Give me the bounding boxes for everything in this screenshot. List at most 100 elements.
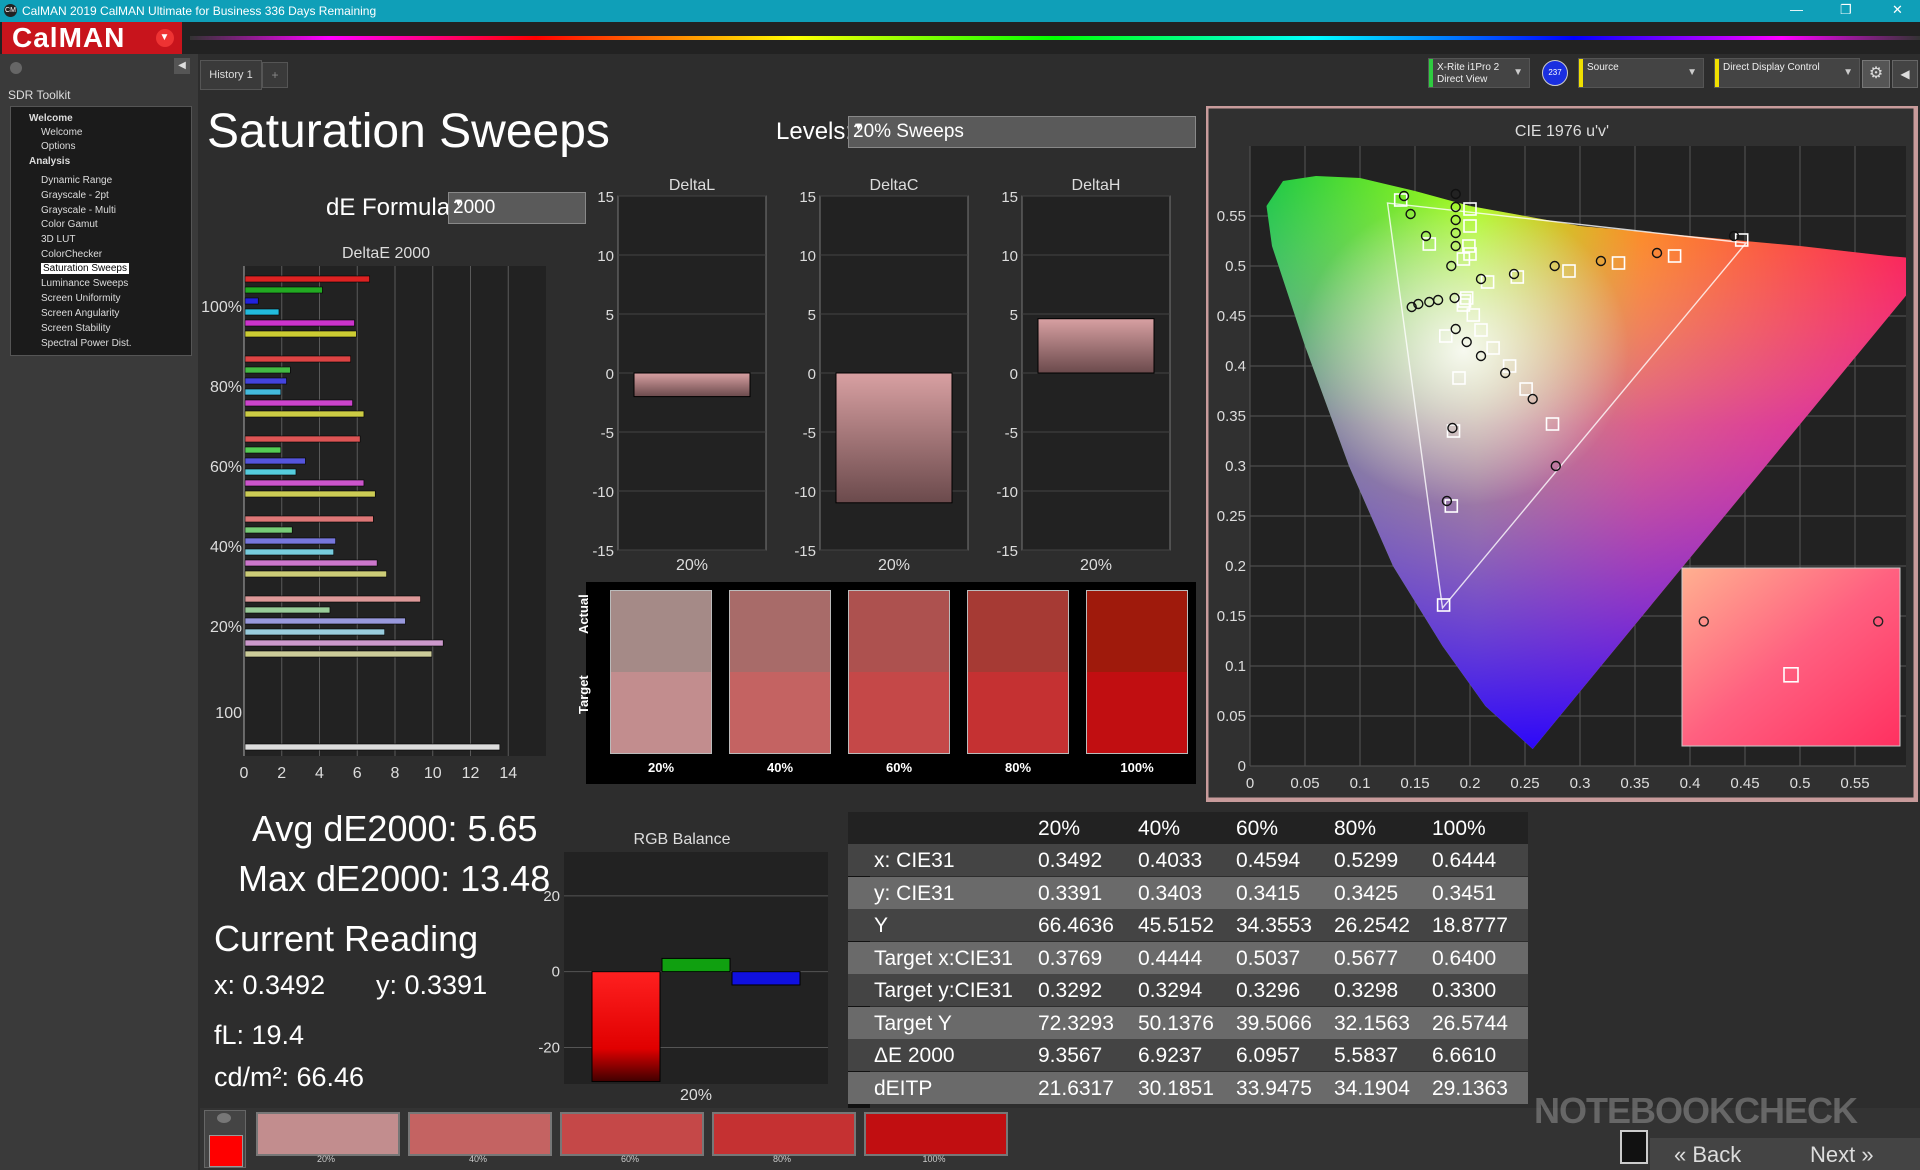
y-tick-label: 15 — [1001, 189, 1018, 206]
y-tick-label: 0.2 — [1225, 558, 1246, 575]
y-tick-label: 5 — [808, 307, 816, 324]
table-cell: 0.3391 — [1038, 881, 1103, 905]
meter-selector[interactable]: X-Rite i1Pro 2 Direct View ▼ — [1428, 58, 1530, 88]
table-row: Y 66.4636 45.5152 34.3553 26.2542 18.8777 — [848, 909, 1528, 941]
table-header: 20% — [1038, 817, 1081, 840]
nav-item-grayscale-2pt[interactable]: Grayscale - 2pt — [41, 190, 109, 201]
table-header: 40% — [1138, 817, 1181, 840]
tab-history-1[interactable]: History 1 — [200, 60, 262, 90]
x-tick-label: 0.5 — [1790, 775, 1811, 792]
table-cell: 0.3298 — [1334, 979, 1399, 1002]
x-tick-label: 12 — [462, 765, 480, 782]
table-cell: 18.8777 — [1432, 914, 1508, 937]
next-button[interactable]: Next » — [1810, 1140, 1874, 1170]
bottom-swatch[interactable] — [712, 1112, 856, 1156]
table-cell: 0.3294 — [1138, 979, 1203, 1002]
row-label: y: CIE31 — [874, 881, 955, 905]
stop-icon[interactable] — [1620, 1130, 1648, 1164]
nav-item-screen-uniformity[interactable]: Screen Uniformity — [41, 293, 120, 304]
bottom-swatch[interactable] — [864, 1112, 1008, 1156]
nav-item-spectral-power[interactable]: Spectral Power Dist. — [41, 338, 132, 349]
actual-swatch — [611, 591, 711, 672]
nav-item-welcome[interactable]: Welcome — [41, 127, 83, 138]
table-cell: 29.1363 — [1432, 1076, 1508, 1100]
y-tick-label: -15 — [794, 543, 816, 560]
table-cell: 26.5744 — [1432, 1011, 1508, 1035]
table-cell: 0.5677 — [1334, 946, 1399, 970]
deltae-bar — [244, 366, 291, 374]
y-tick-label: -15 — [592, 543, 614, 560]
nav-item-screen-angularity[interactable]: Screen Angularity — [41, 308, 119, 319]
nav-item-grayscale-multi[interactable]: Grayscale - Multi — [41, 205, 116, 216]
bottom-swatch-label: 100% — [922, 1154, 946, 1164]
deltae-bar — [244, 308, 280, 316]
display-selector[interactable]: Direct Display Control ▼ — [1714, 58, 1860, 88]
deltae-bar — [244, 330, 357, 338]
meter-badge[interactable]: 237 — [1542, 60, 1568, 86]
table-cell: 32.1563 — [1334, 1011, 1410, 1035]
table-row: x: CIE31 0.3492 0.4033 0.4594 0.5299 0.6444 — [848, 844, 1528, 876]
deltae-bar — [244, 319, 355, 327]
table-cell: 0.3492 — [1038, 849, 1103, 872]
deltae-bar — [244, 435, 361, 443]
nav-item-options[interactable]: Options — [41, 141, 75, 152]
table-cell: 0.6444 — [1432, 849, 1497, 872]
gear-icon[interactable]: ⚙ — [1862, 60, 1890, 88]
table-row: y: CIE31 0.3391 0.3403 0.3415 0.3425 0.3451 — [848, 876, 1528, 909]
y-tick-label: 15 — [799, 189, 816, 206]
bottom-swatch[interactable] — [256, 1112, 400, 1156]
source-selector[interactable]: Source ▼ — [1578, 58, 1704, 88]
calman-menu-button[interactable]: CalMAN ▼ — [2, 22, 182, 54]
x-tick-label: 0.1 — [1350, 775, 1371, 792]
levels-dropdown[interactable]: 20% Sweeps ▼ — [848, 116, 1196, 148]
nav-header-welcome[interactable]: Welcome — [29, 113, 73, 124]
add-tab-button[interactable]: + — [262, 62, 288, 88]
delta-x-label: 20% — [1080, 557, 1112, 574]
y-tick-label: -10 — [794, 484, 816, 501]
deltae-bar — [244, 297, 259, 305]
swatch-label: 20% — [647, 760, 675, 775]
x-tick-label: 0.45 — [1730, 775, 1759, 792]
bottom-swatch-label: 80% — [772, 1154, 791, 1164]
deltae-bar — [244, 570, 387, 578]
close-button[interactable]: ✕ — [1892, 2, 1903, 18]
nav-item-dynamic-range[interactable]: Dynamic Range — [41, 175, 112, 186]
nav-item-colorchecker[interactable]: ColorChecker — [41, 249, 102, 260]
table-header: 100% — [1432, 817, 1486, 840]
rgb-x-label: 20% — [680, 1087, 712, 1104]
nav-item-saturation-sweeps[interactable]: Saturation Sweeps — [41, 263, 129, 274]
collapse-right-icon[interactable]: ◀ — [1892, 60, 1918, 88]
display-status-bar — [1715, 59, 1719, 87]
table-cell: 5.5837 — [1334, 1044, 1399, 1067]
nav-item-color-gamut[interactable]: Color Gamut — [41, 219, 98, 230]
minimize-button[interactable]: — — [1790, 2, 1803, 17]
de-formula-dropdown[interactable]: 2000 ▼ — [448, 192, 586, 224]
current-cd: cd/m²: 66.46 — [214, 1062, 365, 1092]
y-tick-label: 0.35 — [1217, 408, 1246, 425]
y-tick-label: 0.05 — [1217, 708, 1246, 725]
back-button[interactable]: « Back — [1674, 1140, 1741, 1170]
pin-icon[interactable] — [217, 1113, 231, 1123]
bottom-swatch[interactable] — [560, 1112, 704, 1156]
x-tick-label: 0 — [240, 765, 249, 782]
nav-item-3d-lut[interactable]: 3D LUT — [41, 234, 75, 245]
app-logo-icon: CM — [4, 4, 17, 17]
deltae-bar — [244, 650, 433, 658]
rainbow-strip — [190, 36, 1920, 40]
maximize-button[interactable]: ❐ — [1840, 2, 1852, 18]
chevron-down-icon: ▼ — [1513, 67, 1523, 78]
pin-icon[interactable] — [10, 62, 22, 74]
nav-item-screen-stability[interactable]: Screen Stability — [41, 323, 110, 334]
y-tick-label: -15 — [996, 543, 1018, 560]
display-label: Direct Display Control — [1723, 62, 1820, 73]
swatch-item — [1086, 590, 1188, 754]
table-header-row: 20% 40% 60% 80% 100% — [848, 812, 1528, 844]
chevron-down-icon: ▼ — [853, 121, 864, 133]
collapse-arrow-icon[interactable]: ◀ — [174, 58, 190, 74]
table-cell: 0.3292 — [1038, 979, 1103, 1002]
nav-item-luminance-sweeps[interactable]: Luminance Sweeps — [41, 278, 128, 289]
bottom-swatch[interactable] — [408, 1112, 552, 1156]
actual-swatch — [849, 591, 949, 672]
nav-header-analysis[interactable]: Analysis — [29, 156, 70, 167]
meter-name: X-Rite i1Pro 2 — [1437, 62, 1500, 73]
